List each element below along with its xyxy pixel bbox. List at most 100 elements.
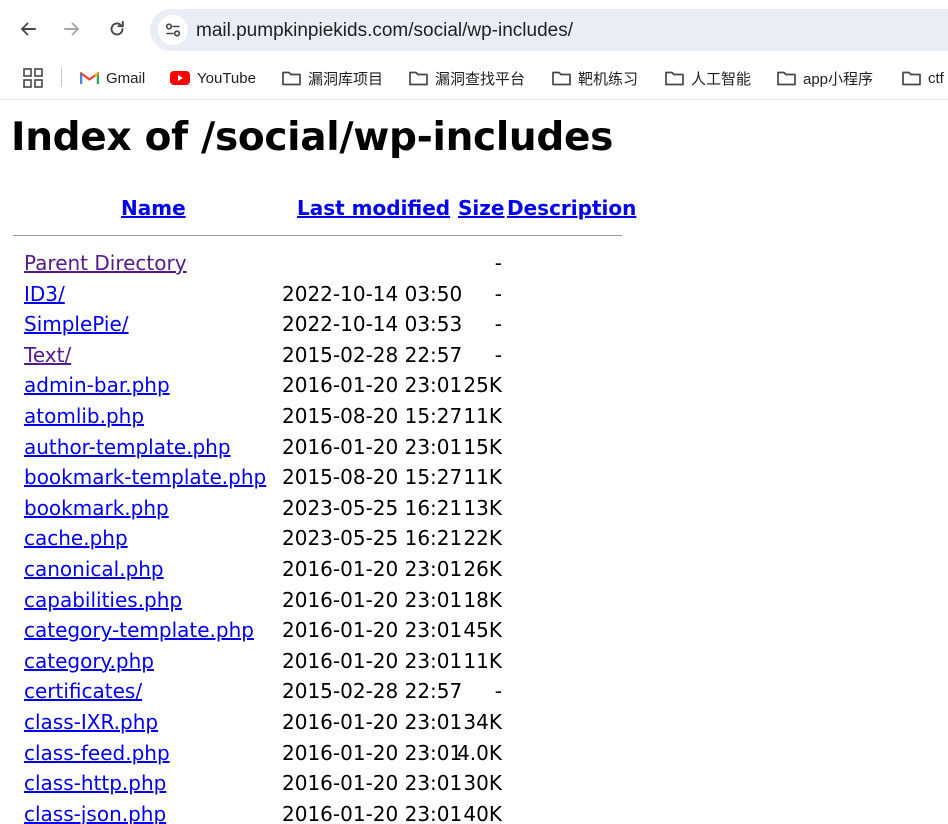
size-cell: 13K bbox=[463, 495, 502, 520]
bookmark-folder[interactable]: app小程序 bbox=[777, 64, 873, 92]
last-modified-cell: 2022-10-14 03:50 bbox=[282, 281, 463, 306]
last-modified-cell: 2022-10-14 03:53 bbox=[282, 312, 463, 337]
table-row: admin-bar.php 2016-01-20 23:01 25K bbox=[0, 373, 600, 403]
table-row: ID3/2022-10-14 03:50 - bbox=[0, 282, 600, 312]
file-link[interactable]: cache.php bbox=[24, 526, 128, 550]
folder-icon bbox=[552, 71, 571, 86]
size-cell: 25K bbox=[463, 373, 502, 398]
bookmark-folder[interactable]: 靶机练习 bbox=[552, 64, 638, 92]
bookmark-label: 人工智能 bbox=[691, 70, 752, 88]
file-link[interactable]: admin-bar.php bbox=[24, 373, 170, 397]
apps-grid-icon[interactable] bbox=[23, 68, 43, 88]
size-cell: 40K bbox=[463, 801, 502, 824]
bookmark-label: app小程序 bbox=[803, 70, 874, 88]
bookmark-folder[interactable]: 漏洞查找平台 bbox=[409, 64, 525, 92]
size-cell: - bbox=[494, 312, 502, 337]
bookmark-label: 漏洞库项目 bbox=[308, 70, 384, 88]
table-row: class-http.php 2016-01-20 23:01 30K bbox=[0, 771, 600, 801]
file-link[interactable]: certificates/ bbox=[24, 679, 142, 703]
file-link[interactable]: bookmark-template.php bbox=[24, 465, 266, 489]
url-text[interactable]: mail.pumpkinpiekids.com/social/wp-includ… bbox=[196, 20, 573, 42]
last-modified-cell: 2015-02-28 22:57 bbox=[282, 679, 463, 704]
file-link[interactable]: author-template.php bbox=[24, 435, 231, 459]
file-link[interactable]: category-template.php bbox=[24, 618, 254, 642]
folder-icon bbox=[409, 71, 428, 86]
file-link[interactable]: class-json.php bbox=[24, 802, 166, 824]
file-link[interactable]: SimplePie/ bbox=[24, 312, 129, 336]
table-row: capabilities.php 2016-01-20 23:01 18K bbox=[0, 588, 600, 618]
table-row: canonical.php 2016-01-20 23:01 26K bbox=[0, 557, 600, 587]
reload-button[interactable] bbox=[100, 12, 134, 46]
table-row: Text/2015-02-28 22:57 - bbox=[0, 343, 600, 373]
file-link[interactable]: category.php bbox=[24, 649, 154, 673]
last-modified-cell: 2023-05-25 16:21 bbox=[282, 495, 463, 520]
last-modified-cell: 2015-02-28 22:57 bbox=[282, 342, 463, 367]
bookmarks-bar: Gmail YouTube 漏洞库项目 漏洞查找平台 靶机练习 人工智能 app… bbox=[0, 60, 948, 100]
column-header-size[interactable]: Size bbox=[458, 196, 504, 220]
file-link[interactable]: atomlib.php bbox=[24, 404, 144, 428]
column-header-description[interactable]: Description bbox=[507, 196, 636, 220]
bookmark-label: ctf bbox=[928, 69, 944, 87]
last-modified-cell: 2015-08-20 15:27 bbox=[282, 465, 463, 490]
bookmark-folder[interactable]: ctf bbox=[902, 64, 944, 92]
file-link[interactable]: canonical.php bbox=[24, 557, 164, 581]
bookmark-gmail[interactable]: Gmail bbox=[80, 64, 145, 92]
back-button[interactable] bbox=[11, 12, 45, 46]
file-link[interactable]: ID3/ bbox=[24, 282, 65, 306]
forward-button[interactable] bbox=[55, 12, 89, 46]
table-row: certificates/2015-02-28 22:57 - bbox=[0, 679, 600, 709]
folder-icon bbox=[282, 71, 301, 86]
file-link[interactable]: Text/ bbox=[24, 343, 71, 367]
bookmark-label: 靶机练习 bbox=[578, 70, 639, 88]
size-cell: 26K bbox=[463, 557, 502, 581]
folder-icon bbox=[665, 71, 684, 86]
bookmark-youtube[interactable]: YouTube bbox=[170, 64, 256, 92]
size-cell: - bbox=[494, 281, 502, 306]
last-modified-cell: 2016-01-20 23:01 bbox=[282, 801, 463, 824]
column-header-name[interactable]: Name bbox=[121, 196, 186, 220]
table-row: bookmark-template.php 2015-08-20 15:27 11K bbox=[0, 465, 600, 495]
column-header-last-modified[interactable]: Last modified bbox=[297, 196, 450, 220]
site-info-button[interactable] bbox=[158, 15, 188, 45]
size-cell: 11K bbox=[463, 465, 502, 490]
browser-toolbar: mail.pumpkinpiekids.com/social/wp-includ… bbox=[0, 0, 948, 60]
folder-icon bbox=[777, 71, 796, 86]
file-link[interactable]: class-http.php bbox=[24, 771, 166, 795]
address-bar[interactable]: mail.pumpkinpiekids.com/social/wp-includ… bbox=[150, 9, 948, 51]
last-modified-cell: 2015-08-20 15:27 bbox=[282, 404, 463, 428]
bookmark-folder[interactable]: 人工智能 bbox=[665, 64, 751, 92]
bookmark-folder[interactable]: 漏洞库项目 bbox=[282, 64, 383, 92]
size-cell: - bbox=[494, 251, 502, 275]
size-cell: 45K bbox=[463, 618, 502, 643]
table-row: category.php 2016-01-20 23:01 11K bbox=[0, 649, 600, 679]
table-row: class-json.php 2016-01-20 23:01 40K bbox=[0, 802, 600, 824]
bookmark-label: YouTube bbox=[197, 69, 256, 87]
parent-directory-row: Parent Directory - bbox=[0, 251, 600, 281]
reload-icon bbox=[110, 20, 124, 36]
table-row: category-template.php 2016-01-20 23:01 45K bbox=[0, 618, 600, 648]
page-title: Index of /social/wp-includes bbox=[11, 115, 614, 160]
file-link[interactable]: class-IXR.php bbox=[24, 710, 158, 734]
file-link[interactable]: class-feed.php bbox=[24, 741, 170, 765]
table-row: class-feed.php 2016-01-20 23:01 4.0K bbox=[0, 741, 600, 771]
last-modified-cell: 2016-01-20 23:01 bbox=[282, 557, 463, 581]
file-link[interactable]: bookmark.php bbox=[24, 496, 169, 520]
table-row: SimplePie/2022-10-14 03:53 - bbox=[0, 312, 600, 342]
table-row: author-template.php 2016-01-20 23:01 15K bbox=[0, 435, 600, 465]
size-cell: 4.0K bbox=[457, 740, 502, 765]
last-modified-cell: 2023-05-25 16:21 bbox=[282, 526, 463, 551]
arrow-right-icon bbox=[64, 22, 79, 36]
table-row: class-IXR.php 2016-01-20 23:01 34K bbox=[0, 710, 600, 740]
bookmarks-separator bbox=[61, 67, 62, 87]
header-divider bbox=[13, 235, 622, 236]
bookmark-label: Gmail bbox=[106, 69, 146, 87]
file-link[interactable]: capabilities.php bbox=[24, 588, 182, 612]
last-modified-cell: 2016-01-20 23:01 bbox=[282, 648, 463, 673]
size-cell: 34K bbox=[463, 710, 502, 734]
size-cell: 15K bbox=[463, 434, 502, 459]
parent-directory-link[interactable]: Parent Directory bbox=[24, 251, 187, 275]
size-cell: 18K bbox=[463, 587, 502, 612]
size-cell: 22K bbox=[463, 526, 502, 551]
size-cell: - bbox=[494, 679, 502, 704]
size-cell: - bbox=[494, 342, 502, 367]
